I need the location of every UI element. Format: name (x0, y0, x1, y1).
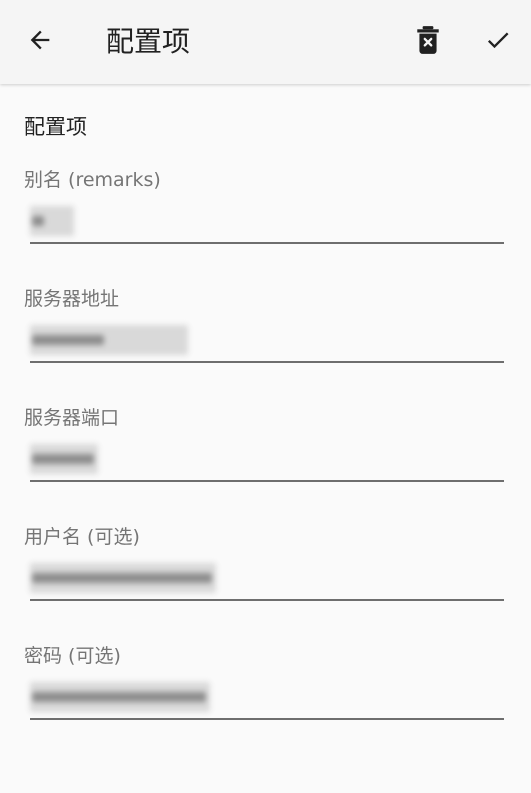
server-port-input[interactable] (30, 440, 504, 482)
remarks-field: 别名 (remarks) (0, 166, 531, 276)
remarks-input[interactable] (30, 202, 504, 244)
page-title: 配置项 (106, 25, 191, 58)
delete-icon (415, 25, 441, 59)
back-button[interactable] (18, 20, 62, 64)
username-label: 用户名 (可选) (24, 526, 140, 548)
password-input[interactable] (30, 678, 504, 720)
server-address-field: 服务器地址 (0, 285, 531, 395)
server-address-input[interactable] (30, 321, 504, 363)
section-title: 配置项 (24, 115, 87, 139)
app-bar: 配置项 (0, 0, 531, 84)
confirm-button[interactable] (476, 20, 520, 64)
arrow-back-icon (26, 26, 54, 58)
username-field: 用户名 (可选) (0, 523, 531, 633)
server-port-label: 服务器端口 (24, 407, 120, 429)
password-field: 密码 (可选) (0, 642, 531, 752)
remarks-label: 别名 (remarks) (24, 169, 161, 191)
server-port-field: 服务器端口 (0, 404, 531, 514)
form-content: 配置项 别名 (remarks) 服务器地址 服务器端口 用户名 (可选) 密码… (0, 84, 531, 793)
username-input[interactable] (30, 559, 504, 601)
server-address-label: 服务器地址 (24, 288, 120, 310)
password-label: 密码 (可选) (24, 645, 121, 667)
check-icon (484, 26, 512, 58)
delete-button[interactable] (406, 20, 450, 64)
